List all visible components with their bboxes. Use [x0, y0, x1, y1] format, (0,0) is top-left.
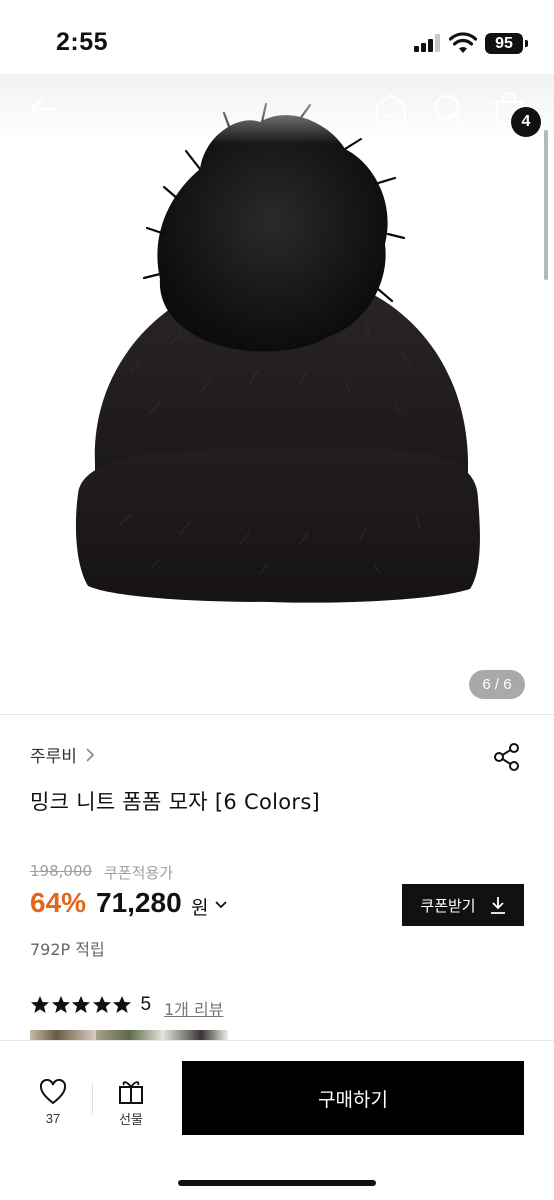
rating: 5 [30, 994, 151, 1016]
brand-name: 주루비 [30, 747, 77, 767]
gallery-page-indicator: 6 / 6 [469, 670, 525, 699]
rating-value: 5 [140, 994, 152, 1015]
heart-icon [39, 1078, 67, 1104]
star-icon [92, 996, 111, 1013]
cellular-signal-icon [414, 34, 440, 52]
chevron-down-icon[interactable] [214, 899, 228, 911]
scroll-indicator [544, 130, 548, 280]
sale-price: 71,280 [96, 887, 182, 918]
original-price: 198,000 [30, 862, 93, 880]
product-photo [75, 102, 480, 603]
wifi-icon [449, 32, 477, 53]
gift-button[interactable]: 선물 [106, 1072, 156, 1132]
wishlist-button[interactable]: 37 [30, 1072, 76, 1132]
wishlist-count: 37 [45, 1110, 61, 1126]
status-bar: 2:55 95 [0, 0, 554, 78]
star-icon [51, 996, 70, 1013]
download-icon [490, 897, 505, 914]
star-icon [72, 996, 90, 1013]
chevron-right-icon [86, 747, 95, 762]
home-indicator [178, 1180, 376, 1186]
rating-stars [30, 995, 133, 1015]
cart-count-badge: 4 [511, 107, 541, 137]
product-title: 밍크 니트 폼폼 모자 [6 Colors] [30, 790, 321, 814]
discount-rate: 64% [30, 887, 87, 918]
review-count-link[interactable]: 1개 리뷰 [164, 996, 223, 1020]
star-icon [113, 996, 131, 1013]
status-time: 2:55 [56, 28, 109, 56]
search-icon[interactable] [432, 92, 466, 126]
product-image-gallery[interactable] [0, 74, 554, 714]
reward-points: 792P 적립 [30, 940, 105, 959]
currency-unit: 원 [191, 897, 209, 919]
home-icon[interactable] [374, 92, 408, 126]
brand-link[interactable]: 주루비 [30, 742, 95, 767]
section-divider [0, 714, 554, 715]
gift-icon [119, 1080, 143, 1104]
bar-divider [92, 1084, 93, 1114]
coupon-button-label: 쿠폰받기 [420, 896, 476, 915]
header-overlay [0, 74, 554, 144]
share-icon[interactable] [492, 742, 522, 772]
star-icon [31, 996, 49, 1013]
get-coupon-button[interactable]: 쿠폰받기 [402, 884, 524, 926]
back-arrow-icon[interactable] [28, 92, 62, 126]
coupon-price-note: 쿠폰적용가 [104, 864, 174, 882]
gift-label: 선물 [119, 1111, 143, 1127]
buy-now-button[interactable]: 구매하기 [182, 1061, 524, 1135]
battery-indicator: 95 [485, 33, 528, 54]
